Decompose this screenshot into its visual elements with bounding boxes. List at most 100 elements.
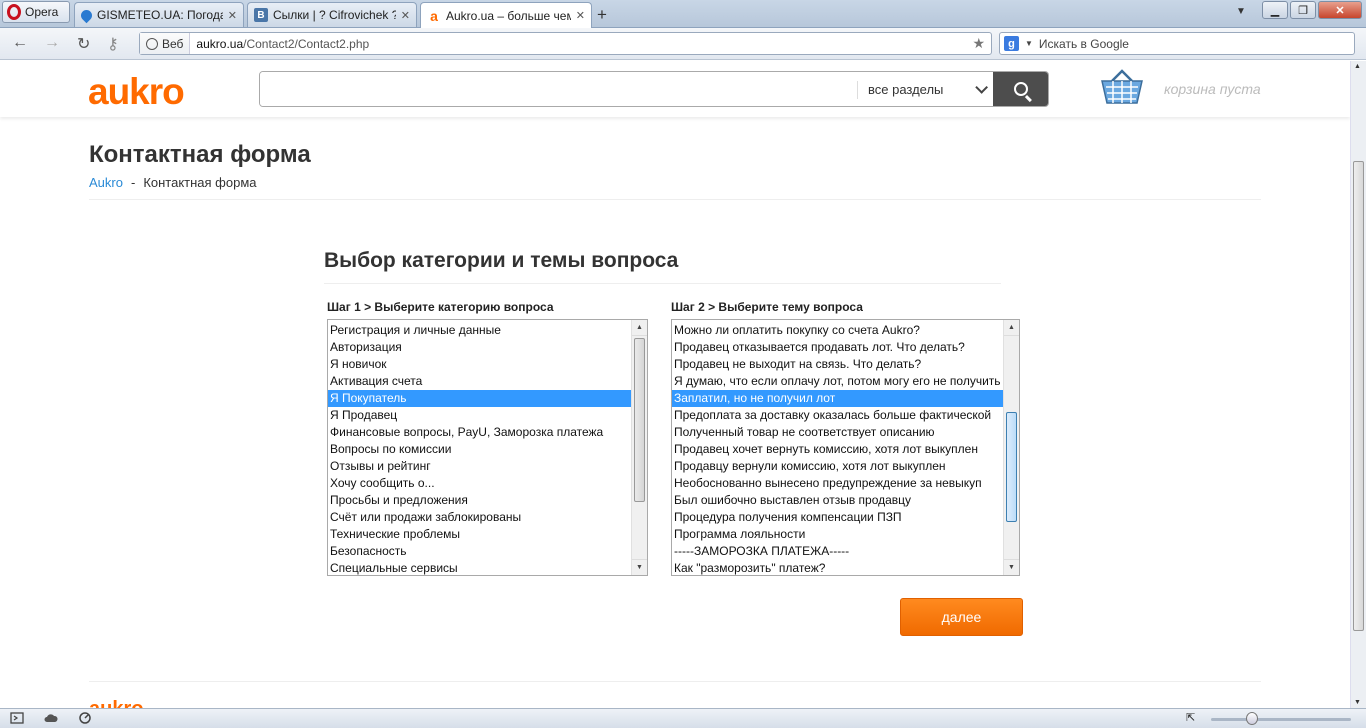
category-option[interactable]: Финансовые вопросы, PayU, Заморозка плат… bbox=[328, 424, 647, 441]
footer-logo[interactable]: aukro bbox=[89, 698, 143, 708]
topic-option[interactable]: Заплатил, но не получил лот bbox=[672, 390, 1019, 407]
google-icon[interactable]: g bbox=[1004, 36, 1019, 51]
category-option[interactable]: Вопросы по комиссии bbox=[328, 441, 647, 458]
topic-option[interactable]: Необоснованно вынесено предупреждение за… bbox=[672, 475, 1019, 492]
next-button[interactable]: далее bbox=[900, 598, 1023, 636]
step2-label: Шаг 2 > Выберите тему вопроса bbox=[671, 300, 863, 314]
close-icon[interactable]: ✕ bbox=[576, 9, 585, 22]
category-option[interactable]: Активация счета bbox=[328, 373, 647, 390]
zoom-slider-handle[interactable] bbox=[1246, 712, 1258, 725]
scroll-up-arrow-icon[interactable]: ▲ bbox=[1004, 320, 1019, 336]
url-path: /Contact2/Contact2.php bbox=[243, 36, 370, 51]
topic-option[interactable]: Полученный товар не соответствует описан… bbox=[672, 424, 1019, 441]
topic-option[interactable]: Продавец не выходит на связь. Что делать… bbox=[672, 356, 1019, 373]
browser-search-field[interactable]: g ▼ Искать в Google bbox=[999, 32, 1355, 55]
close-icon[interactable]: ✕ bbox=[228, 9, 237, 22]
maximize-button[interactable]: ❐ bbox=[1290, 1, 1316, 19]
category-option[interactable]: Я Продавец bbox=[328, 407, 647, 424]
tab-aukro[interactable]: a Aukro.ua – больше чем... ✕ bbox=[420, 2, 592, 28]
section-select[interactable]: все разделы bbox=[858, 72, 994, 106]
category-option[interactable]: Просьбы и предложения bbox=[328, 492, 647, 509]
search-engine-dropdown-icon[interactable]: ▼ bbox=[1025, 39, 1033, 48]
scroll-down-arrow-icon[interactable]: ▼ bbox=[1354, 699, 1361, 706]
page-scroll-thumb[interactable] bbox=[1353, 161, 1364, 631]
browser-tab-bar: Opera GISMETEO.UA: Погода... ✕ B Сылки |… bbox=[0, 0, 1366, 28]
close-icon[interactable]: ✕ bbox=[401, 9, 410, 22]
category-option[interactable]: Технические проблемы bbox=[328, 526, 647, 543]
topic-option[interactable]: Можно ли оплатить покупку со счета Aukro… bbox=[672, 322, 1019, 339]
tab-list-arrow-icon[interactable]: ▼ bbox=[1236, 6, 1246, 17]
category-option[interactable]: Хочу сообщить о... bbox=[328, 475, 647, 492]
divider bbox=[324, 283, 1001, 284]
search-icon bbox=[1013, 82, 1028, 96]
minimize-button[interactable]: ▁ bbox=[1262, 1, 1288, 19]
topic-option[interactable]: Продавцу вернули комиссию, хотя лот выку… bbox=[672, 458, 1019, 475]
scroll-down-arrow-icon[interactable]: ▼ bbox=[632, 559, 647, 575]
category-option[interactable]: Я Покупатель bbox=[328, 390, 647, 407]
site-search: все разделы bbox=[259, 71, 1049, 107]
category-option[interactable]: Я новичок bbox=[328, 356, 647, 373]
url-text[interactable]: aukro.ua/Contact2/Contact2.php bbox=[190, 37, 369, 51]
tab-cifrovichek[interactable]: B Сылки | ? Cifrovichek ? ✕ bbox=[247, 2, 417, 27]
page-scrollbar[interactable]: ▲ ▼ bbox=[1350, 61, 1366, 708]
speed-dial-icon[interactable] bbox=[78, 712, 92, 724]
opera-menu-button[interactable]: Opera bbox=[2, 1, 70, 23]
search-button[interactable] bbox=[993, 72, 1048, 106]
form-heading: Выбор категории и темы вопроса bbox=[324, 249, 679, 272]
breadcrumb-current: Контактная форма bbox=[143, 175, 257, 190]
key-icon[interactable]: ⚷ bbox=[107, 34, 119, 54]
scroll-up-arrow-icon[interactable]: ▲ bbox=[632, 320, 647, 336]
window-close-button[interactable]: ✕ bbox=[1318, 1, 1362, 19]
basket-icon[interactable] bbox=[1100, 69, 1144, 105]
scroll-up-arrow-icon[interactable]: ▲ bbox=[1354, 63, 1361, 70]
topic-option[interactable]: Предоплата за доставку оказалась больше … bbox=[672, 407, 1019, 424]
tab-title: Aukro.ua – больше чем... bbox=[446, 8, 571, 23]
site-footer: aukro bbox=[89, 681, 1261, 708]
scroll-thumb[interactable] bbox=[1006, 412, 1017, 522]
reload-icon[interactable]: ↻ bbox=[77, 34, 90, 54]
aukro-a-icon: a bbox=[430, 7, 438, 24]
search-input[interactable] bbox=[260, 72, 856, 106]
cloud-icon[interactable] bbox=[44, 712, 58, 724]
topic-option[interactable]: Продавец отказывается продавать лот. Что… bbox=[672, 339, 1019, 356]
back-arrow-icon[interactable]: ← bbox=[12, 34, 28, 52]
topic-option[interactable]: Как "разморозить" платеж? bbox=[672, 560, 1019, 575]
breadcrumb-home-link[interactable]: Aukro bbox=[89, 175, 123, 190]
topic-scrollbar[interactable]: ▲ ▼ bbox=[1003, 320, 1019, 575]
step1-label: Шаг 1 > Выберите категорию вопроса bbox=[327, 300, 554, 314]
cart-status[interactable]: корзина пуста bbox=[1164, 81, 1261, 97]
topic-option[interactable]: Был ошибочно выставлен отзыв продавцу bbox=[672, 492, 1019, 509]
panel-toggle-icon[interactable] bbox=[10, 712, 24, 724]
category-listbox[interactable]: Регистрация и личные данные Авторизация Я … bbox=[327, 319, 648, 576]
site-header: aukro все разделы корзина пуста bbox=[0, 61, 1350, 117]
category-scrollbar[interactable]: ▲ ▼ bbox=[631, 320, 647, 575]
category-option[interactable]: Безопасность bbox=[328, 543, 647, 560]
tab-gismeteo[interactable]: GISMETEO.UA: Погода... ✕ bbox=[74, 2, 244, 27]
scroll-down-arrow-icon[interactable]: ▼ bbox=[1004, 559, 1019, 575]
topic-option[interactable]: -----ЗАМОРОЗКА ПЛАТЕЖА----- bbox=[672, 543, 1019, 560]
scroll-thumb[interactable] bbox=[634, 338, 645, 502]
breadcrumb-separator: - bbox=[130, 175, 136, 190]
topic-option[interactable]: Программа лояльности bbox=[672, 526, 1019, 543]
globe-icon bbox=[146, 37, 158, 50]
site-info-badge[interactable]: Веб bbox=[140, 33, 191, 54]
category-option[interactable]: Отзывы и рейтинг bbox=[328, 458, 647, 475]
new-tab-button[interactable]: + bbox=[597, 5, 607, 25]
category-option[interactable]: Специальные сервисы bbox=[328, 560, 647, 575]
url-domain: aukro.ua bbox=[196, 36, 244, 51]
page-title: Контактная форма bbox=[89, 141, 311, 168]
topic-listbox[interactable]: Можно ли оплатить покупку со счета Aukro… bbox=[671, 319, 1020, 576]
tab-title: Сылки | ? Cifrovichek ? bbox=[273, 8, 396, 22]
topic-option[interactable]: Процедура получения компенсации ПЗП bbox=[672, 509, 1019, 526]
category-option[interactable]: Авторизация bbox=[328, 339, 647, 356]
forward-arrow-icon[interactable]: → bbox=[44, 34, 60, 52]
aukro-logo[interactable]: aukro bbox=[88, 71, 185, 113]
zoom-slider-track[interactable] bbox=[1211, 718, 1351, 721]
bookmark-star-icon[interactable]: ★ bbox=[972, 35, 985, 52]
category-option[interactable]: Счёт или продажи заблокированы bbox=[328, 509, 647, 526]
zoom-view-icon[interactable]: ⇱ bbox=[1186, 711, 1195, 724]
topic-option[interactable]: Продавец хочет вернуть комиссию, хотя ло… bbox=[672, 441, 1019, 458]
topic-option[interactable]: Я думаю, что если оплачу лот, потом могу… bbox=[672, 373, 1019, 390]
category-option[interactable]: Регистрация и личные данные bbox=[328, 322, 647, 339]
address-bar[interactable]: Веб aukro.ua/Contact2/Contact2.php ★ bbox=[139, 32, 992, 55]
